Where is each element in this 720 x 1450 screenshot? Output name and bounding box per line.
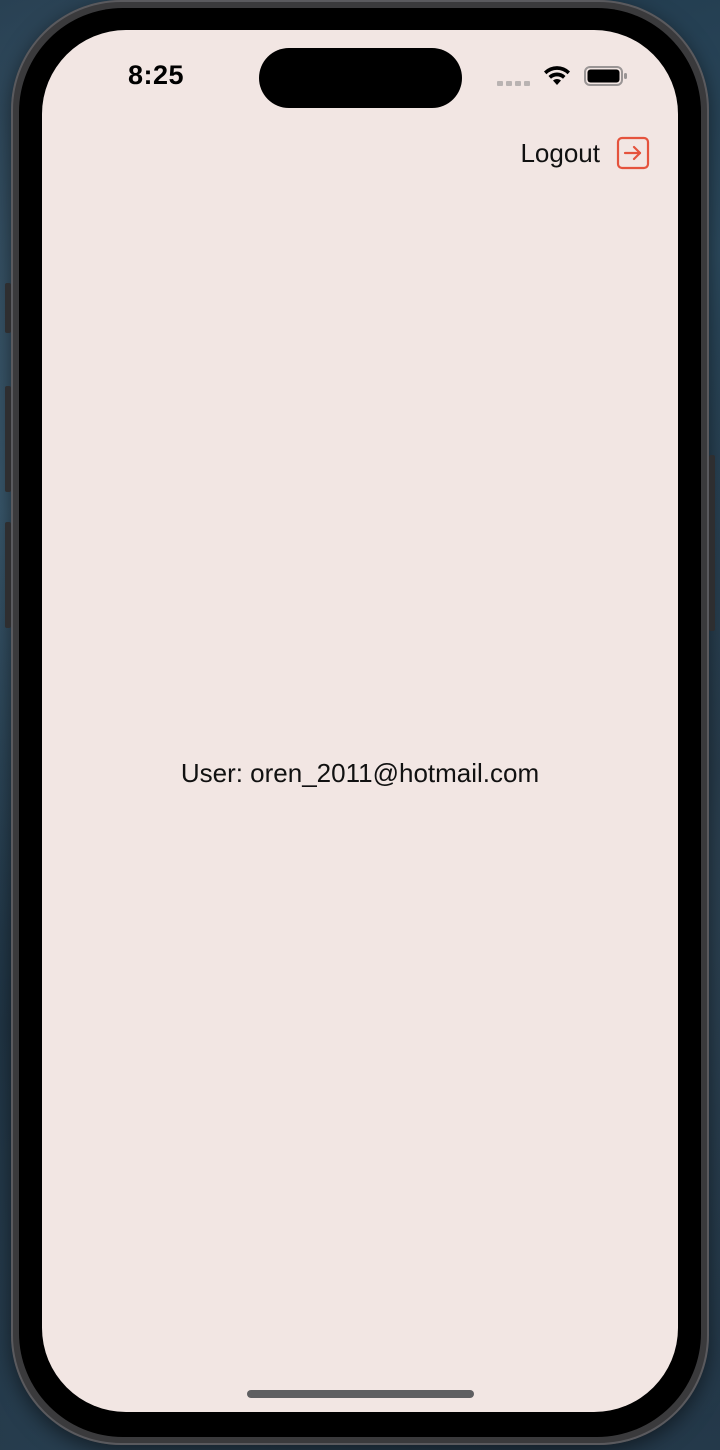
volume-down-button bbox=[5, 522, 11, 628]
app-screen: 8:25 Logout User: oren_2011@hotmail.com bbox=[42, 30, 678, 1412]
wifi-icon bbox=[544, 66, 570, 85]
status-icons bbox=[497, 65, 628, 87]
logout-button[interactable]: Logout bbox=[520, 136, 650, 170]
logout-arrow-icon bbox=[616, 136, 650, 170]
volume-up-button bbox=[5, 386, 11, 492]
cellular-signal-icon bbox=[497, 80, 530, 86]
home-indicator[interactable] bbox=[247, 1390, 474, 1398]
dynamic-island bbox=[259, 48, 462, 108]
user-email-label: User: oren_2011@hotmail.com bbox=[180, 758, 540, 788]
power-button bbox=[709, 455, 715, 631]
status-time: 8:25 bbox=[128, 60, 185, 90]
logout-label: Logout bbox=[520, 137, 600, 168]
action-button bbox=[5, 283, 11, 333]
battery-icon bbox=[584, 66, 627, 86]
